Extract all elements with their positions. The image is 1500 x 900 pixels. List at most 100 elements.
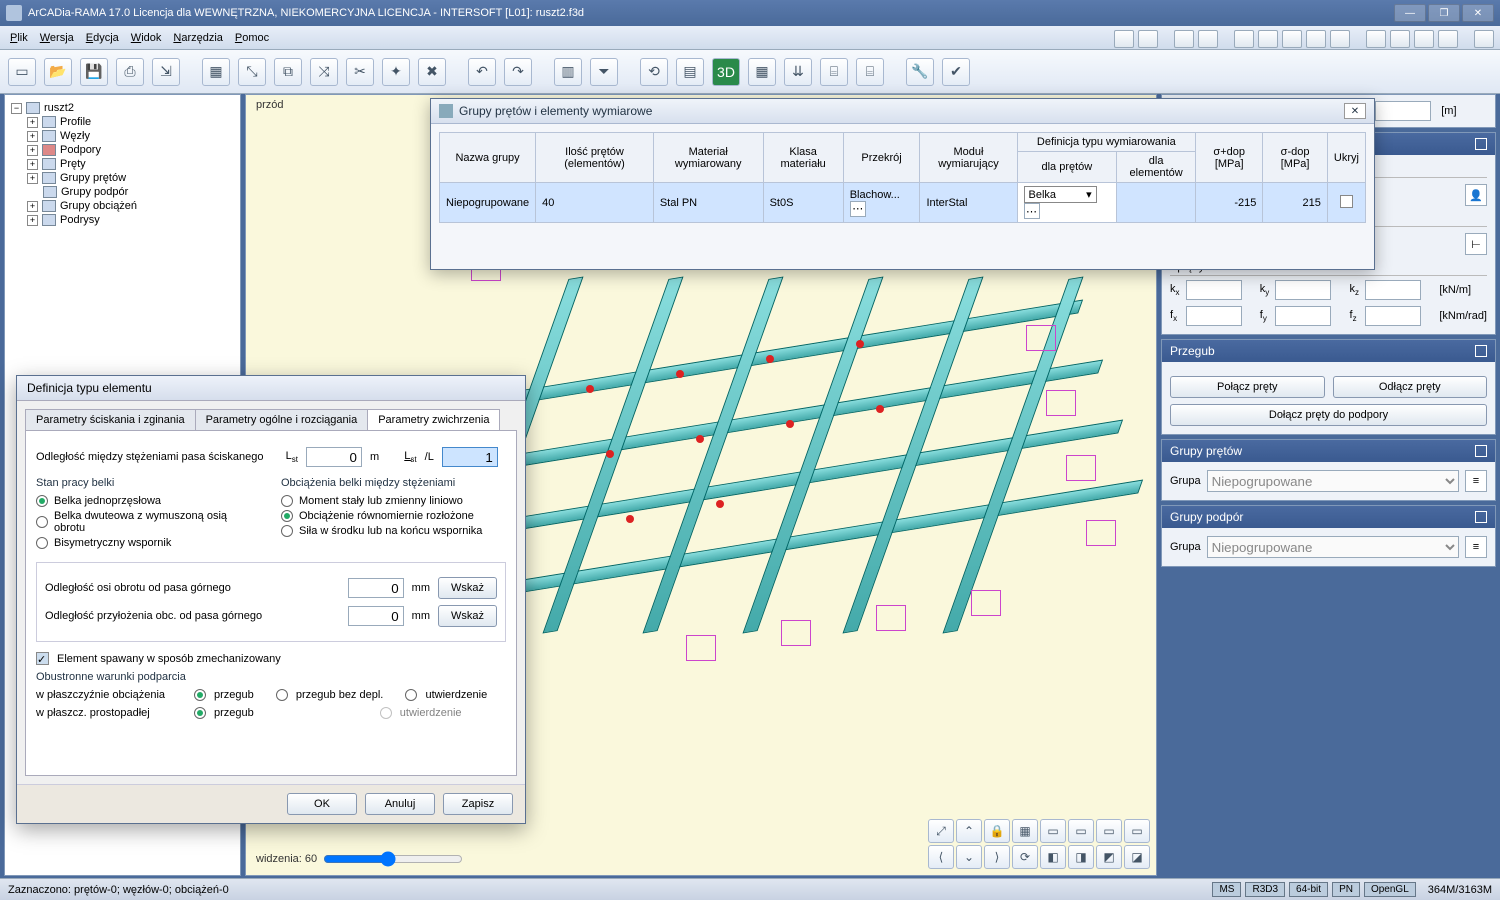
suppgroups-select[interactable]: Niepogrupowane [1207,536,1459,558]
tab-general[interactable]: Parametry ogólne i rozciągania [195,409,369,430]
tb-gridw-icon[interactable]: ▦ [748,58,776,86]
tree-item-podpory[interactable]: Podpory [60,144,101,156]
element-type-dialog[interactable]: Definicja typu elementu Parametry ściska… [16,375,526,824]
tree-toggle[interactable]: + [27,215,38,226]
kz-input[interactable] [1365,280,1421,300]
groups-window-close[interactable]: ✕ [1344,103,1366,119]
table-row[interactable]: Niepogrupowane 40 Stal PN St0S Blachow..… [440,183,1366,223]
d2-input[interactable] [348,606,404,626]
dialog-ok-button[interactable]: OK [287,793,357,815]
nav-v1-icon[interactable]: ▭ [1040,819,1066,843]
vm-2[interactable] [1138,30,1158,48]
menu-narzedzia[interactable]: Narzędzia [173,32,223,44]
minimize-button[interactable]: — [1394,4,1426,22]
tb-down-icon[interactable]: ⇊ [784,58,812,86]
rb-cantilever[interactable] [36,537,48,549]
nav-c-icon[interactable]: ◩ [1096,845,1122,869]
vm-5[interactable] [1234,30,1254,48]
nav-v4-icon[interactable]: ▭ [1124,819,1150,843]
tb-3d-icon[interactable]: 3D [712,58,740,86]
rb-single-span[interactable] [36,495,48,507]
cell-sigminus[interactable]: 215 [1263,183,1327,223]
vm-4[interactable] [1198,30,1218,48]
tb-grid-icon[interactable]: ▦ [202,58,230,86]
bargroups-select[interactable]: Niepogrupowane [1207,470,1459,492]
welded-checkbox[interactable]: ✓ [36,652,49,665]
tb-filter-icon[interactable]: ⏷ [590,58,618,86]
tree-toggle[interactable]: + [27,117,38,128]
nav-fit-icon[interactable]: ⤢ [928,819,954,843]
tree-item-grupy-pretow[interactable]: Grupy prętów [60,172,126,184]
bc1-hinge[interactable] [194,689,206,701]
rb-point-force[interactable] [281,525,293,537]
tb-copy-icon[interactable]: ⧉ [274,58,302,86]
nav-grid-icon[interactable]: ▦ [1012,819,1038,843]
fky-input[interactable] [1275,306,1331,326]
vm-1[interactable] [1114,30,1134,48]
tb-check-icon[interactable]: ✔ [942,58,970,86]
rb-uniform[interactable] [281,510,293,522]
bc2-hinge[interactable] [194,707,206,719]
tab-lateral-buckling[interactable]: Parametry zwichrzenia [367,409,500,430]
tree-item-grupy-podpor[interactable]: Grupy podpór [61,186,128,198]
fov-slider[interactable] [323,851,463,867]
fkz-input[interactable] [1365,306,1421,326]
nav-down-icon[interactable]: ⌄ [956,845,982,869]
fkx-input[interactable] [1186,306,1242,326]
tree-item-podrysy[interactable]: Podrysy [60,214,100,226]
dialog-save-button[interactable]: Zapisz [443,793,513,815]
tree-item-grupy-obc[interactable]: Grupy obciążeń [60,200,137,212]
nav-b-icon[interactable]: ◨ [1068,845,1094,869]
tb-table-icon[interactable]: ▤ [676,58,704,86]
tree-toggle[interactable]: + [27,145,38,156]
hinge-collapse-icon[interactable] [1475,345,1487,357]
suppgroups-manage-icon[interactable]: ≡ [1465,536,1487,558]
cell-material[interactable]: Stal PN [653,183,763,223]
tb-col-icon[interactable]: ▥ [554,58,582,86]
rb-double-tee[interactable] [36,516,48,528]
rb-moment[interactable] [281,495,293,507]
cell-forelems[interactable] [1117,183,1196,223]
bc1-fixed[interactable] [405,689,417,701]
groups-window[interactable]: Grupy prętów i elementy wymiarowe ✕ Nazw… [430,98,1375,270]
tb-save[interactable]: 💾 [80,58,108,86]
lst-ratio-input[interactable] [442,447,498,467]
tree-item-wezly[interactable]: Węzły [60,130,90,142]
suppgroups-collapse-icon[interactable] [1475,511,1487,523]
menu-pomoc[interactable]: Pomoc [235,32,269,44]
vm-7[interactable] [1282,30,1302,48]
maximize-button[interactable]: ❐ [1428,4,1460,22]
tb-trans-icon[interactable]: ⟲ [640,58,668,86]
dialog-cancel-button[interactable]: Anuluj [365,793,435,815]
tb-delete-icon[interactable]: ✖ [418,58,446,86]
tree-toggle[interactable]: + [27,173,38,184]
tb-redo[interactable]: ↷ [504,58,532,86]
ky-input[interactable] [1275,280,1331,300]
tree-toggle[interactable]: + [27,201,38,212]
close-button[interactable]: ✕ [1462,4,1494,22]
menu-wersja[interactable]: Wersja [40,32,74,44]
tb-calc2-icon[interactable]: ⌸ [856,58,884,86]
tab-compression[interactable]: Parametry ściskania i zginania [25,409,196,430]
nav-a-icon[interactable]: ◧ [1040,845,1066,869]
tb-axes-icon[interactable]: ✦ [382,58,410,86]
menu-widok[interactable]: Widok [131,32,162,44]
tb-pick-icon[interactable]: ⤡ [238,58,266,86]
d1-pick-button[interactable]: Wskaż [438,577,497,599]
bargroups-manage-icon[interactable]: ≡ [1465,470,1487,492]
disp-pick-icon[interactable]: 👤 [1465,184,1487,206]
tb-open[interactable]: 📂 [44,58,72,86]
tree-toggle[interactable]: + [27,131,38,142]
nav-d-icon[interactable]: ◪ [1124,845,1150,869]
nav-v2-icon[interactable]: ▭ [1068,819,1094,843]
tb-export[interactable]: ⇲ [152,58,180,86]
vm-12[interactable] [1414,30,1434,48]
forbars-edit-icon[interactable]: ⋯ [1024,203,1040,219]
tb-cut-icon[interactable]: ✂ [346,58,374,86]
section-pick-icon[interactable]: ⋯ [850,201,866,217]
vm-11[interactable] [1390,30,1410,48]
dz-input[interactable] [1375,101,1431,121]
cell-class[interactable]: St0S [763,183,843,223]
supports-collapse-icon[interactable] [1475,138,1487,150]
nav-lock-icon[interactable]: 🔒 [984,819,1010,843]
